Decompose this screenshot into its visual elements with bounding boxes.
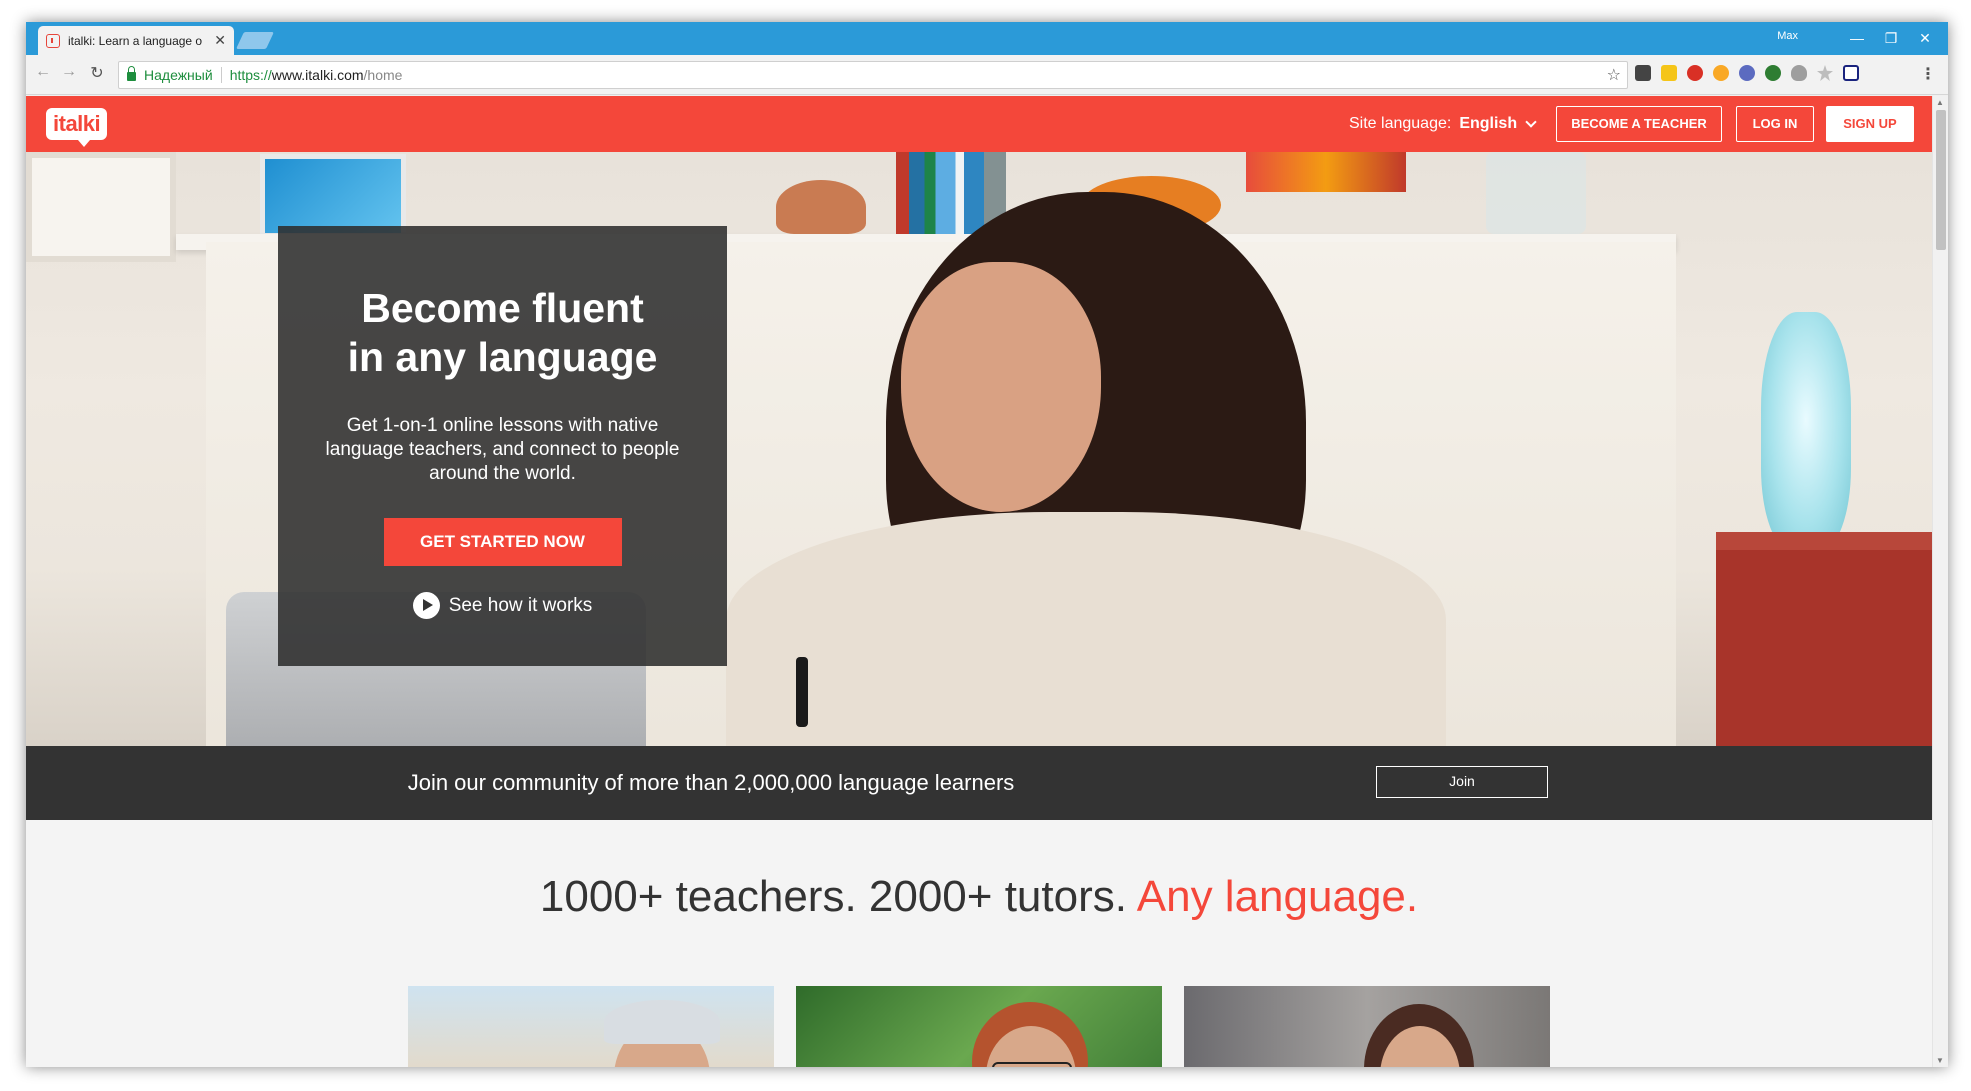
hero-title: Become fluent in any language [278, 284, 727, 382]
bookmark-star-icon[interactable]: ☆ [1607, 65, 1621, 85]
grammarly-extension-icon[interactable] [1765, 65, 1781, 81]
reload-icon[interactable]: ↻ [86, 63, 108, 83]
browser-toolbar: ← → ↻ Надежный https:// www.italki.com /… [26, 55, 1948, 95]
hero-subtitle: Get 1-on-1 online lessons with native la… [325, 415, 680, 484]
shell-ornament [776, 180, 866, 234]
signup-button[interactable]: SIGN UP [1826, 106, 1914, 142]
cap [604, 1000, 720, 1044]
browser-tab-italki[interactable]: italki: Learn a language o ✕ [38, 26, 234, 55]
secure-label: Надежный [144, 67, 213, 83]
restore-icon[interactable]: ❐ [1876, 26, 1906, 50]
browser-window: italki: Learn a language o ✕ Max — ❐ ✕ ←… [26, 22, 1948, 1067]
new-tab-button[interactable] [236, 32, 274, 49]
url-host: www.italki.com [271, 67, 364, 83]
shield-extension-icon[interactable] [1791, 65, 1807, 81]
chevron-down-icon [1525, 115, 1537, 128]
page-scrollbar[interactable]: ▲ ▼ [1932, 96, 1948, 1067]
red-side-table [1716, 532, 1932, 746]
star-extension-icon[interactable] [1817, 65, 1833, 81]
woman-face [901, 262, 1101, 512]
woman-sweater [726, 512, 1446, 746]
see-how-label: See how it works [448, 594, 593, 616]
get-started-button[interactable]: GET STARTED NOW [383, 518, 622, 566]
forward-arrow-icon[interactable]: → [58, 63, 80, 81]
site-language-selector[interactable]: Site language: English [1349, 115, 1537, 133]
tab-close-icon[interactable]: ✕ [214, 32, 226, 49]
page-viewport: italki Site language: English BECOME A T… [26, 96, 1932, 1067]
globe-extension-icon[interactable] [1739, 65, 1755, 81]
community-text: Join our community of more than 2,000,00… [407, 770, 1015, 795]
back-arrow-icon[interactable]: ← [32, 63, 54, 81]
see-how-it-works-link[interactable]: See how it works [278, 592, 727, 619]
scroll-down-icon[interactable]: ▼ [1936, 1056, 1944, 1065]
address-bar[interactable]: Надежный https:// www.italki.com /home ☆ [118, 61, 1628, 89]
pen [796, 657, 808, 727]
tagline-accent: Any language. [1136, 872, 1419, 921]
tagline: 1000+ teachers. 2000+ tutors. Any langua… [26, 872, 1932, 922]
glasses [992, 1062, 1072, 1067]
profile-name[interactable]: Max [1777, 30, 1798, 42]
teacher-card-2[interactable] [796, 986, 1162, 1067]
glass-jar [1486, 152, 1586, 234]
site-language-value: English [1459, 115, 1518, 132]
tab-title: italki: Learn a language o [68, 33, 203, 48]
wall-frame-left [26, 152, 176, 262]
n-extension-icon[interactable] [1843, 65, 1859, 81]
site-header: italki Site language: English BECOME A T… [26, 96, 1932, 152]
play-icon [412, 592, 440, 619]
become-teacher-button[interactable]: BECOME A TEACHER [1556, 106, 1722, 142]
tab-strip: italki: Learn a language o ✕ Max — ❐ ✕ [26, 22, 1948, 55]
minimize-icon[interactable]: — [1842, 26, 1872, 50]
hero-title-line-1: Become fluent [361, 285, 644, 331]
sun-extension-icon[interactable] [1713, 65, 1729, 81]
site-language-label: Site language: [1349, 115, 1452, 132]
tagline-main: 1000+ teachers. 2000+ tutors. [539, 872, 1137, 921]
italki-logo[interactable]: italki [46, 108, 108, 147]
scroll-up-icon[interactable]: ▲ [1936, 98, 1944, 107]
lamp [1761, 312, 1851, 552]
extensions-bar [1635, 65, 1859, 81]
pocket-extension-icon[interactable] [1635, 65, 1651, 81]
hero-card: Become fluent in any language Get 1-on-1… [278, 226, 727, 666]
scroll-thumb[interactable] [1936, 110, 1946, 250]
browser-menu-icon[interactable]: ⋮ [1920, 64, 1936, 84]
teacher-card-1[interactable] [408, 986, 774, 1067]
italki-favicon-icon [46, 33, 60, 48]
url-path: /home [363, 67, 403, 83]
notes-extension-icon[interactable] [1661, 65, 1677, 81]
hero-title-line-2: in any language [347, 334, 658, 380]
omnibox-divider [220, 67, 222, 83]
close-window-icon[interactable]: ✕ [1910, 26, 1940, 50]
join-button[interactable]: Join [1376, 766, 1548, 798]
adblock-extension-icon[interactable] [1687, 65, 1703, 81]
teacher-card-3[interactable] [1184, 986, 1550, 1067]
community-strip: Join our community of more than 2,000,00… [26, 746, 1932, 820]
url-scheme: https:// [229, 67, 272, 83]
hero-banner: Become fluent in any language Get 1-on-1… [26, 152, 1932, 746]
painting-sunset [1246, 152, 1406, 192]
login-button[interactable]: LOG IN [1736, 106, 1814, 142]
lock-icon [127, 66, 136, 81]
